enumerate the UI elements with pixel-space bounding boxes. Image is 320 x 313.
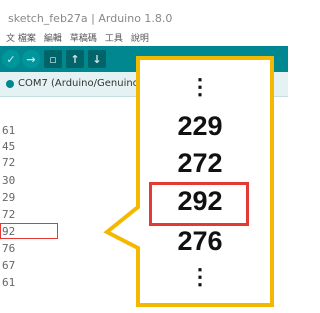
new-button[interactable]: ▫ bbox=[44, 50, 62, 68]
zoom-value: 276 bbox=[177, 226, 223, 256]
zoom-value: 229 bbox=[177, 111, 223, 141]
zoom-top-ellipsis: ⋮ bbox=[189, 74, 211, 99]
serial-line: 30 bbox=[2, 174, 16, 187]
serial-line: 29 bbox=[2, 191, 16, 204]
zoom-bottom-ellipsis: ⋮ bbox=[189, 264, 211, 289]
menu-edit[interactable]: 編輯 bbox=[44, 32, 62, 46]
menu-sketch[interactable]: 草稿碼 bbox=[70, 32, 97, 46]
menu-tools[interactable]: 工具 bbox=[105, 32, 123, 46]
save-button[interactable]: ↓ bbox=[88, 50, 106, 68]
window-title: sketch_feb27a | Arduino 1.8.0 bbox=[8, 12, 173, 25]
serial-line: 61 bbox=[2, 276, 16, 289]
serial-port-label: COM7 (Arduino/Genuino U bbox=[18, 78, 150, 89]
arrow-right-icon: → bbox=[26, 52, 36, 66]
title-bar: sketch_feb27a | Arduino 1.8.0 bbox=[0, 0, 288, 32]
serial-line: 61 bbox=[2, 124, 16, 137]
zoom-value-highlight bbox=[149, 182, 249, 226]
zoom-value: 272 bbox=[177, 148, 223, 178]
check-icon: ✓ bbox=[6, 52, 16, 66]
serial-line: 72 bbox=[2, 156, 16, 169]
serial-value-highlight bbox=[0, 223, 58, 239]
serial-line: 76 bbox=[2, 242, 16, 255]
serial-line: 72 bbox=[2, 208, 16, 221]
new-file-icon: ▫ bbox=[49, 52, 57, 66]
arduino-ide-window: sketch_feb27a | Arduino 1.8.0 文 檔案 編輯 草稿… bbox=[0, 0, 288, 313]
toolbar: ✓ → ▫ ↑ ↓ bbox=[0, 46, 288, 72]
save-icon: ↓ bbox=[92, 52, 102, 66]
menu-help[interactable]: 說明 bbox=[131, 32, 149, 46]
menu-file[interactable]: 文 檔案 bbox=[6, 32, 36, 46]
serial-line: 45 bbox=[2, 140, 16, 153]
menu-bar: 文 檔案 編輯 草稿碼 工具 說明 bbox=[0, 32, 288, 46]
open-icon: ↑ bbox=[70, 52, 80, 66]
upload-button[interactable]: → bbox=[22, 50, 40, 68]
port-indicator-icon bbox=[6, 80, 14, 88]
verify-button[interactable]: ✓ bbox=[2, 50, 20, 68]
serial-line: 67 bbox=[2, 259, 16, 272]
open-button[interactable]: ↑ bbox=[66, 50, 84, 68]
